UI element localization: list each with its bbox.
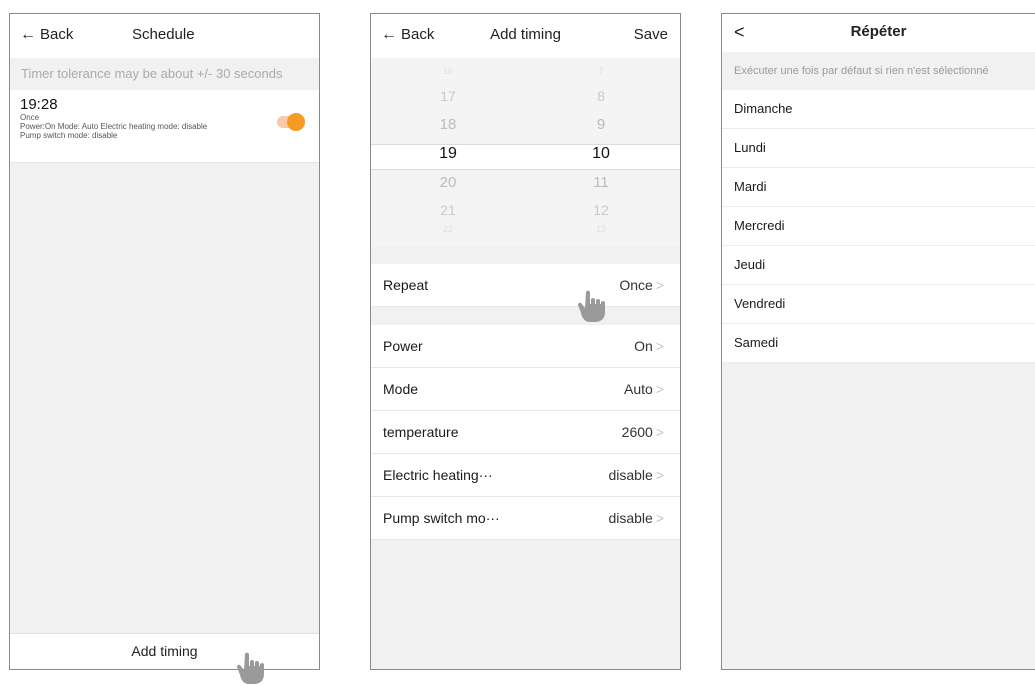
minute-option[interactable]: 10: [586, 145, 616, 163]
back-arrow-icon: ←: [20, 26, 36, 43]
time-picker[interactable]: 16 17 18 19 20 21 22 7 8 9 10 11 12 13: [371, 58, 680, 246]
save-button[interactable]: Save: [634, 26, 668, 43]
minute-option[interactable]: 13: [586, 224, 616, 234]
pump-switch-label: Pump switch mo···: [383, 510, 500, 526]
power-row[interactable]: Power On >: [371, 325, 680, 368]
repeat-label: Repeat: [383, 277, 429, 293]
mode-value: Auto: [624, 381, 653, 397]
chevron-right-icon: >: [655, 467, 664, 483]
day-option[interactable]: Lundi: [722, 129, 1035, 168]
hour-option[interactable]: 21: [433, 202, 463, 218]
day-option[interactable]: Dimanche: [722, 90, 1035, 129]
tap-hand-icon: [578, 290, 605, 322]
mode-row[interactable]: Mode Auto >: [371, 368, 680, 411]
chevron-right-icon: >: [655, 510, 664, 526]
spacer: [371, 246, 680, 264]
picker-selection-band: [371, 144, 680, 170]
day-option[interactable]: Jeudi: [722, 246, 1035, 285]
repeat-value: Once: [619, 277, 653, 293]
minute-option[interactable]: 9: [586, 116, 616, 133]
temperature-label: temperature: [383, 424, 459, 440]
temperature-row[interactable]: temperature 2600 >: [371, 411, 680, 454]
pump-switch-row[interactable]: Pump switch mo··· disable >: [371, 497, 680, 540]
spacer: [371, 307, 680, 325]
chevron-right-icon: >: [655, 381, 664, 397]
repeat-header: < Répéter: [722, 14, 1035, 52]
add-timing-screen: ← Back Add timing Save 16 17 18 19 20 21 22 7 8 9 1…: [370, 13, 681, 670]
mode-label: Mode: [383, 381, 419, 397]
toggle-knob: [287, 113, 305, 131]
add-timing-header: ← Back Add timing Save: [371, 14, 680, 58]
minute-option[interactable]: 12: [586, 202, 616, 218]
day-option[interactable]: Vendredi: [722, 285, 1035, 324]
electric-heating-row[interactable]: Electric heating··· disable >: [371, 454, 680, 497]
hour-option[interactable]: 19: [433, 145, 463, 163]
day-option[interactable]: Mercredi: [722, 207, 1035, 246]
repeat-row[interactable]: Repeat Once >: [371, 264, 680, 307]
back-button[interactable]: ← Back: [20, 26, 73, 44]
timer-repeat: Once: [20, 113, 40, 122]
timer-item[interactable]: 19:28 Once Power:On Mode: Auto Electric …: [10, 90, 319, 163]
timer-time: 19:28: [20, 96, 58, 113]
temperature-value: 2600: [621, 424, 653, 440]
add-timing-button[interactable]: Add timing: [10, 633, 319, 669]
hour-option[interactable]: 20: [433, 174, 463, 191]
chevron-right-icon: >: [655, 424, 664, 440]
back-label: Back: [40, 26, 74, 43]
hour-option[interactable]: 22: [433, 224, 463, 234]
minute-option[interactable]: 7: [586, 66, 616, 76]
hour-option[interactable]: 16: [433, 66, 463, 76]
chevron-right-icon: >: [655, 338, 664, 354]
minute-option[interactable]: 11: [586, 174, 616, 191]
day-option[interactable]: Mardi: [722, 168, 1035, 207]
schedule-header: ← Back Schedule: [10, 14, 319, 58]
day-option[interactable]: Samedi: [722, 324, 1035, 363]
tap-hand-icon: [237, 652, 264, 684]
power-value: On: [634, 338, 653, 354]
repeat-screen: < Répéter Exécuter une fois par défaut s…: [721, 13, 1035, 670]
default-note: Exécuter une fois par défaut si rien n'e…: [722, 52, 1035, 90]
tolerance-note: Timer tolerance may be about +/- 30 seco…: [10, 58, 319, 90]
minute-option[interactable]: 8: [586, 88, 616, 104]
pump-switch-value: disable: [608, 510, 653, 526]
page-title: Schedule: [132, 26, 195, 43]
electric-heating-value: disable: [608, 467, 653, 483]
timer-toggle[interactable]: [277, 113, 305, 131]
chevron-right-icon: >: [655, 277, 664, 293]
hour-option[interactable]: 17: [433, 88, 463, 104]
electric-heating-label: Electric heating···: [383, 467, 493, 483]
timer-details-line2: Pump switch mode: disable: [20, 131, 118, 140]
hour-option[interactable]: 18: [433, 116, 463, 133]
page-title: Répéter: [850, 23, 907, 40]
timer-details-line1: Power:On Mode: Auto Electric heating mod…: [20, 122, 208, 131]
power-label: Power: [383, 338, 423, 354]
schedule-screen: ← Back Schedule Timer tolerance may be ab…: [9, 13, 320, 670]
